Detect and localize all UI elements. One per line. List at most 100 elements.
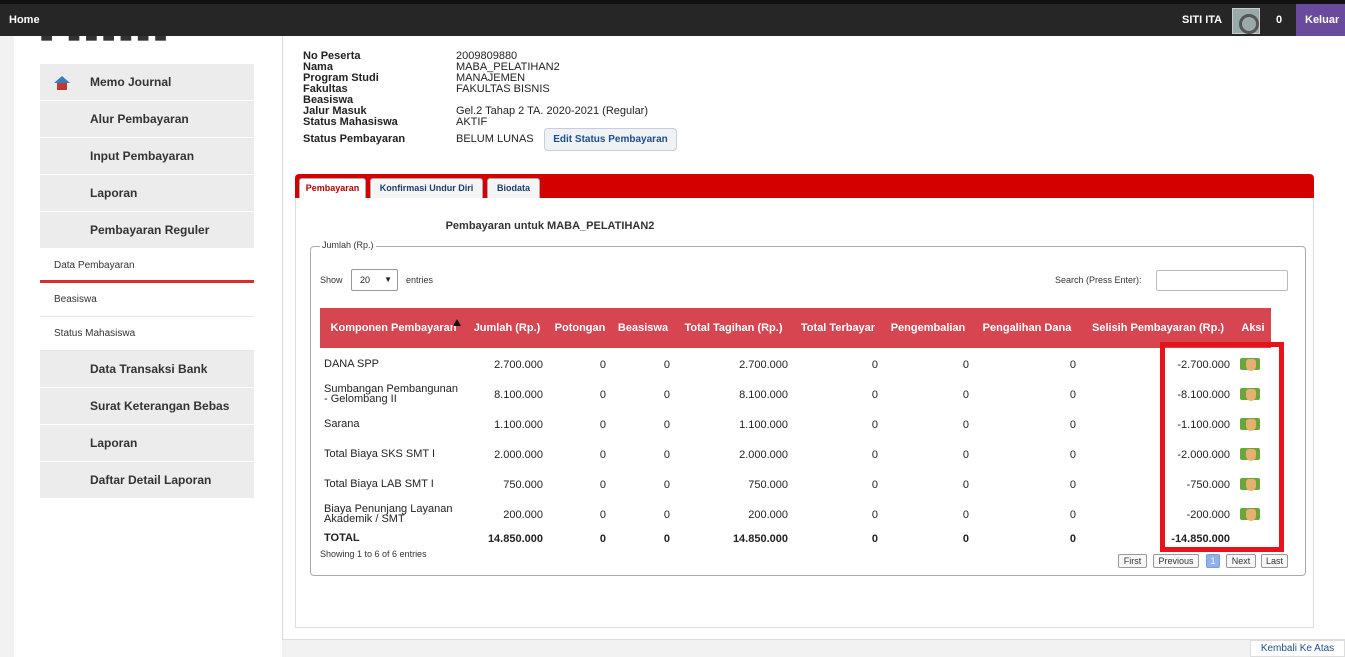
pager-next[interactable]: Next [1226,554,1256,568]
cell-total-tagihan: 200.000 [748,509,788,521]
payment-status-value: BELUM LUNAS [456,133,534,145]
show-label: Show [320,275,343,285]
cell-total-terbayar: 0 [871,533,878,545]
col-potongan[interactable]: Potongan [552,308,608,348]
page-size-select[interactable]: 20 ▼ [351,269,398,291]
cell-pengalihan: 0 [1069,509,1076,521]
sidebar-item-data-transaksi-bank[interactable]: Data Transaksi Bank [40,351,254,388]
table-row: Sarana 1.100.000 0 0 1.100.000 0 0 0 -1.… [320,409,1271,439]
user-name[interactable]: SITI ITA [1182,14,1222,26]
cell-beasiswa: 0 [663,479,670,491]
sidebar-item-memo-journal[interactable]: Memo Journal [40,64,254,101]
search-input[interactable] [1156,270,1288,291]
cell-pengembalian: 0 [962,533,969,545]
total-row: TOTAL 14.850.000 0 0 14.850.000 0 0 0 -1… [320,526,1271,556]
info-value: AKTIF [456,116,488,128]
sidebar-item-label: Input Pembayaran [90,149,195,163]
cell-pengembalian: 0 [962,419,969,431]
tab-bar: Pembayaran Konfirmasi Undur Diri Biodata [295,174,1314,198]
cell-pengalihan: 0 [1069,533,1076,545]
pager-first[interactable]: First [1118,554,1147,568]
col-jumlah[interactable]: Jumlah (Rp.) [470,308,544,348]
table-row: Biaya Penunjang Layanan Akademik / SMT 2… [320,499,1271,529]
cell-pengembalian: 0 [962,359,969,371]
pager-last[interactable]: Last [1261,554,1288,568]
sidebar-subitem-data-pembayaran[interactable]: Data Pembayaran [40,249,254,283]
cell-total-tagihan: 750.000 [748,479,788,491]
cell-pengalihan: 0 [1069,389,1076,401]
sidebar-item-input-pembayaran[interactable]: Input Pembayaran [40,138,254,175]
edit-status-button[interactable]: Edit Status Pembayaran [544,128,677,151]
sidebar-item-surat-keterangan-bebas[interactable]: Surat Keterangan Bebas [40,388,254,425]
tab-konfirmasi-undur-diri[interactable]: Konfirmasi Undur Diri [370,178,483,198]
pager-previous[interactable]: Previous [1153,554,1199,568]
user-avatar-icon[interactable] [1232,8,1260,34]
sort-asc-icon[interactable] [453,319,461,326]
cell-komponen: Total Biaya LAB SMT I [324,478,434,490]
cell-total-terbayar: 0 [871,359,878,371]
tab-pembayaran[interactable]: Pembayaran [299,178,366,198]
notification-count[interactable]: 0 [1276,14,1282,26]
cell-pengalihan: 0 [1069,449,1076,461]
cell-beasiswa: 0 [663,449,670,461]
cell-pengembalian: 0 [962,479,969,491]
sidebar-subitem-status-mahasiswa[interactable]: Status Mahasiswa [40,317,254,351]
cell-komponen: Total Biaya SKS SMT I [324,448,436,460]
home-link[interactable]: Home [9,14,40,26]
cell-total-tagihan: 8.100.000 [739,389,788,401]
cell-total-label: TOTAL [324,532,360,544]
sidebar-menu: Memo Journal Alur Pembayaran Input Pemba… [40,64,254,499]
sidebar-item-alur-pembayaran[interactable]: Alur Pembayaran [40,101,254,138]
cell-total-terbayar: 0 [871,479,878,491]
col-beasiswa[interactable]: Beasiswa [617,308,669,348]
cell-pengalihan: 0 [1069,479,1076,491]
sidebar-item-label: Laporan [90,186,138,200]
info-value: FAKULTAS BISNIS [456,83,550,95]
cell-jumlah: 14.850.000 [487,533,543,545]
entries-label: entries [406,275,434,285]
sidebar-item-label: Surat Keterangan Bebas [90,399,230,413]
pager-page-1[interactable]: 1 [1206,554,1220,568]
logo: ■ ■■■■■■ [40,36,254,44]
cell-jumlah: 1.100.000 [494,419,543,431]
page-size-value: 20 [360,275,371,285]
cell-total-tagihan: 14.850.000 [732,533,788,545]
cell-pengalihan: 0 [1069,419,1076,431]
logout-button[interactable]: Keluar [1296,4,1345,36]
cell-potongan: 0 [599,533,606,545]
sidebar-subitem-beasiswa[interactable]: Beasiswa [40,283,254,317]
tab-biodata[interactable]: Biodata [487,178,540,198]
table-row: Total Biaya SKS SMT I 2.000.000 0 0 2.00… [320,439,1271,469]
sidebar-item-label: Alur Pembayaran [90,112,189,126]
cell-jumlah: 8.100.000 [494,389,543,401]
cell-potongan: 0 [599,419,606,431]
cell-komponen: DANA SPP [324,358,380,370]
cell-total-tagihan: 2.000.000 [739,449,788,461]
sidebar-item-laporan[interactable]: Laporan [40,175,254,212]
col-total-tagihan[interactable]: Total Tagihan (Rp.) [684,308,783,348]
back-to-top-link[interactable]: Kembali Ke Atas [1250,640,1345,657]
cell-total-tagihan: 1.100.000 [739,419,788,431]
sidebar-item-laporan-2[interactable]: Laporan [40,425,254,462]
cell-total-tagihan: 2.700.000 [739,359,788,371]
col-total-terbayar[interactable]: Total Terbayar [800,308,876,348]
cell-total-terbayar: 0 [871,389,878,401]
cell-potongan: 0 [599,389,606,401]
cell-potongan: 0 [599,359,606,371]
col-pengembalian[interactable]: Pengembalian [890,308,966,348]
highlight-box [1160,342,1284,552]
cell-pengembalian: 0 [962,389,969,401]
col-pengalihan-dana[interactable]: Pengalihan Dana [982,308,1072,348]
cell-total-terbayar: 0 [871,419,878,431]
cell-komponen: Sarana [324,418,360,430]
top-bar: Home SITI ITA 0 Keluar [0,0,1345,36]
col-komponen[interactable]: Komponen Pembayaran [320,308,467,348]
fieldset-legend: Jumlah (Rp.) [320,240,376,250]
sidebar-item-daftar-detail-laporan[interactable]: Daftar Detail Laporan [40,462,254,499]
cell-komponen: Biaya Penunjang Layanan Akademik / SMT [324,503,453,525]
cell-beasiswa: 0 [663,509,670,521]
cell-jumlah: 200.000 [503,509,543,521]
sidebar-item-label: Laporan [90,436,138,450]
cell-pengembalian: 0 [962,449,969,461]
cell-total-terbayar: 0 [871,449,878,461]
